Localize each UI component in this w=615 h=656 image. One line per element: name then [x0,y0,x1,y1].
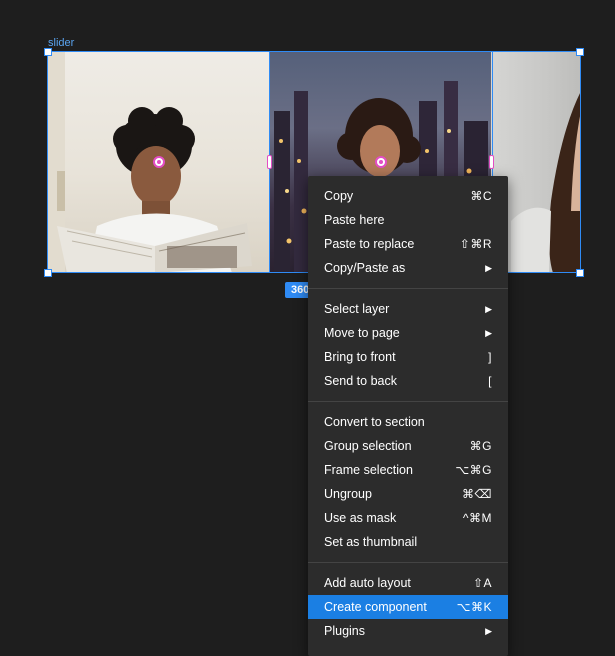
menu-item-label: Create component [324,600,427,614]
menu-item-shortcut: [ [488,374,492,388]
menu-item-group-selection[interactable]: Group selection ⌘G [308,434,508,458]
menu-item-plugins[interactable]: Plugins ▶ [308,619,508,643]
menu-item-shortcut: ^⌘M [462,511,492,525]
menu-item-shortcut: ⌘⌫ [462,487,492,501]
menu-item-shortcut: ⌘G [469,439,492,453]
menu-divider [308,562,508,563]
menu-item-label: Bring to front [324,350,396,364]
menu-item-paste-here[interactable]: Paste here [308,208,508,232]
resize-handle-top-left[interactable] [44,48,52,56]
spacing-handle-right[interactable] [489,155,494,169]
menu-item-shortcut: ⇧A [472,576,492,590]
submenu-arrow-icon: ▶ [485,262,492,273]
menu-item-frame-selection[interactable]: Frame selection ⌥⌘G [308,458,508,482]
menu-item-convert-to-section[interactable]: Convert to section [308,410,508,434]
menu-item-label: Select layer [324,302,390,316]
menu-item-copy-paste-as[interactable]: Copy/Paste as ▶ [308,256,508,280]
menu-item-shortcut: ] [488,350,492,364]
menu-item-label: Copy/Paste as [324,261,406,275]
submenu-arrow-icon: ▶ [485,625,492,636]
prototype-target-icon[interactable] [153,156,165,168]
submenu-arrow-icon: ▶ [485,327,492,338]
menu-item-shortcut: ⌥⌘G [455,463,492,477]
menu-item-add-auto-layout[interactable]: Add auto layout ⇧A [308,571,508,595]
menu-item-label: Plugins [324,624,365,638]
menu-item-label: Move to page [324,326,400,340]
menu-item-select-layer[interactable]: Select layer ▶ [308,297,508,321]
prototype-target-icon[interactable] [375,156,387,168]
menu-item-label: Add auto layout [324,576,411,590]
spacing-handle-left[interactable] [267,155,272,169]
menu-item-label: Paste here [324,213,385,227]
resize-handle-bottom-left[interactable] [44,269,52,277]
context-menu: Copy ⌘C Paste here Paste to replace ⇧⌘R Copy/… [308,176,508,656]
menu-item-send-to-back[interactable]: Send to back [ [308,369,508,393]
menu-item-shortcut: ⇧⌘R [459,237,492,251]
menu-item-label: Copy [324,189,354,203]
menu-item-use-as-mask[interactable]: Use as mask ^⌘M [308,506,508,530]
menu-item-shortcut: ⌘C [470,189,492,203]
menu-item-label: Send to back [324,374,397,388]
menu-item-label: Frame selection [324,463,413,477]
resize-handle-bottom-right[interactable] [576,269,584,277]
menu-divider [308,288,508,289]
menu-item-bring-to-front[interactable]: Bring to front] [308,345,508,369]
menu-item-label: Use as mask [324,511,397,525]
menu-item-copy[interactable]: Copy ⌘C [308,184,508,208]
menu-item-label: Ungroup [324,487,372,501]
menu-item-label: Group selection [324,439,412,453]
menu-divider [308,401,508,402]
resize-handle-top-right[interactable] [576,48,584,56]
menu-item-move-to-page[interactable]: Move to page ▶ [308,321,508,345]
menu-item-label: Convert to section [324,415,425,429]
menu-item-create-component[interactable]: Create component ⌥⌘K [308,595,508,619]
menu-item-ungroup[interactable]: Ungroup ⌘⌫ [308,482,508,506]
menu-item-set-as-thumbnail[interactable]: Set as thumbnail [308,530,508,554]
menu-item-label: Set as thumbnail [324,535,418,549]
menu-item-shortcut: ⌥⌘K [456,600,492,614]
menu-item-label: Paste to replace [324,237,415,251]
menu-item-paste-to-replace[interactable]: Paste to replace ⇧⌘R [308,232,508,256]
submenu-arrow-icon: ▶ [485,303,492,314]
